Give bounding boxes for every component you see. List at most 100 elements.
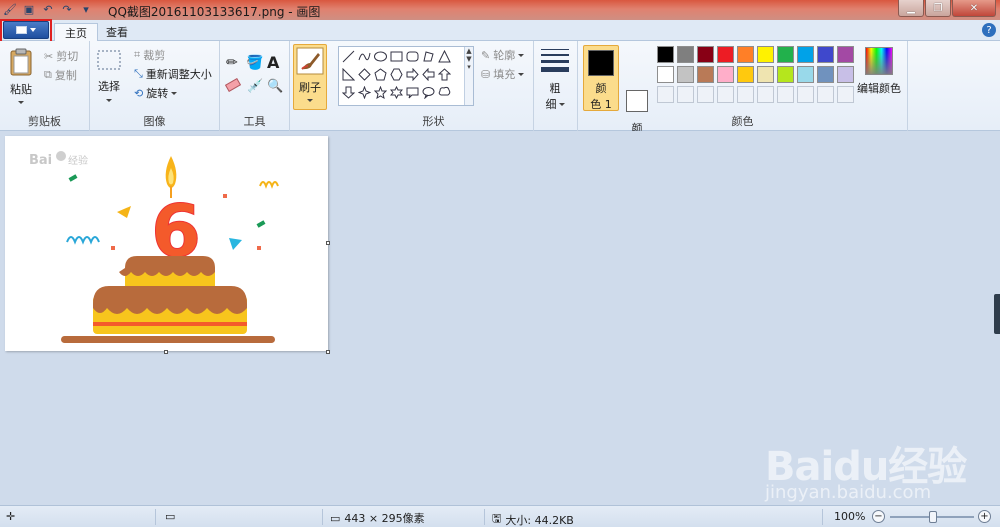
paste-button[interactable]: 粘贴: [8, 47, 34, 104]
custom-color-slot[interactable]: [697, 86, 714, 103]
tab-home[interactable]: 主页: [54, 23, 98, 42]
paint-app-icon[interactable]: 🖌: [2, 2, 18, 17]
zoom-slider-thumb[interactable]: [929, 511, 937, 523]
custom-color-slot[interactable]: [797, 86, 814, 103]
rectangle-shape-icon[interactable]: [389, 49, 404, 64]
image-dimensions: ▭ 443 × 295像素: [330, 510, 425, 526]
color-swatch[interactable]: [657, 66, 674, 83]
group-label: 剪贴板: [28, 115, 61, 128]
gallery-scrollbar[interactable]: ▲ ▼ ▾: [464, 47, 473, 105]
custom-color-slot[interactable]: [817, 86, 834, 103]
color1-button[interactable]: 颜 色 1: [583, 45, 619, 111]
color-swatch[interactable]: [817, 46, 834, 63]
copy-button[interactable]: ⧉ 复制: [44, 67, 77, 83]
resize-handle-right[interactable]: [326, 241, 330, 245]
brushes-button[interactable]: 刷子: [293, 44, 327, 110]
redo-icon[interactable]: ↷: [59, 2, 75, 17]
customize-qat-icon[interactable]: ▾: [78, 2, 94, 17]
five-point-star-shape-icon[interactable]: [373, 85, 388, 100]
color-swatch[interactable]: [837, 66, 854, 83]
select-button[interactable]: 选择: [96, 49, 122, 102]
left-arrow-shape-icon[interactable]: [421, 67, 436, 82]
rotate-button[interactable]: ⟲ 旋转: [134, 85, 178, 101]
rounded-rectangle-shape-icon[interactable]: [405, 49, 420, 64]
color-swatch[interactable]: [837, 46, 854, 63]
eyedropper-icon: 💉: [247, 79, 264, 94]
fill-label: 填充: [493, 68, 516, 81]
side-panel-tab[interactable]: [994, 294, 1000, 334]
color-swatch[interactable]: [697, 46, 714, 63]
paste-label: 粘贴: [10, 83, 32, 96]
color-swatch[interactable]: [777, 66, 794, 83]
color-swatch[interactable]: [757, 66, 774, 83]
drawing-canvas[interactable]: Bai 经验 6: [5, 136, 328, 351]
cut-button[interactable]: ✂ 剪切: [44, 48, 78, 64]
color-swatch[interactable]: [737, 46, 754, 63]
color-swatch[interactable]: [797, 66, 814, 83]
resize-handle-bottom[interactable]: [164, 350, 168, 354]
color-swatch[interactable]: [797, 46, 814, 63]
color-swatch[interactable]: [757, 46, 774, 63]
size-button[interactable]: 粗 细: [540, 47, 570, 112]
maximize-button[interactable]: ❐: [925, 0, 951, 17]
help-icon[interactable]: ?: [982, 23, 996, 37]
color-swatch[interactable]: [677, 46, 694, 63]
custom-color-slot[interactable]: [777, 86, 794, 103]
outline-button[interactable]: ✎ 轮廓: [481, 47, 525, 63]
color-swatch[interactable]: [657, 46, 674, 63]
right-triangle-shape-icon[interactable]: [341, 67, 356, 82]
custom-color-slot[interactable]: [737, 86, 754, 103]
cursor-position-icon: ✛: [6, 510, 16, 523]
oval-shape-icon[interactable]: [373, 49, 388, 64]
rect-callout-shape-icon[interactable]: [405, 85, 420, 100]
pencil-button[interactable]: ✏: [226, 55, 238, 71]
zoom-out-button[interactable]: −: [872, 510, 885, 523]
cloud-callout-shape-icon[interactable]: [437, 85, 452, 100]
color-swatch[interactable]: [717, 46, 734, 63]
line-shape-icon[interactable]: [341, 49, 356, 64]
color-swatch[interactable]: [717, 66, 734, 83]
eraser-button[interactable]: [224, 78, 242, 92]
hexagon-shape-icon[interactable]: [389, 67, 404, 82]
oval-callout-shape-icon[interactable]: [421, 85, 436, 100]
four-point-star-shape-icon[interactable]: [357, 85, 372, 100]
fill-button[interactable]: 🪣: [246, 55, 263, 71]
custom-color-slot[interactable]: [717, 86, 734, 103]
minimize-button[interactable]: ▁: [898, 0, 924, 17]
color-swatch[interactable]: [737, 66, 754, 83]
custom-color-slot[interactable]: [677, 86, 694, 103]
up-arrow-shape-icon[interactable]: [437, 67, 452, 82]
triangle-shape-icon[interactable]: [437, 49, 452, 64]
save-icon[interactable]: ▣: [21, 2, 37, 17]
diamond-shape-icon[interactable]: [357, 67, 372, 82]
down-arrow-shape-icon[interactable]: [341, 85, 356, 100]
color-swatch[interactable]: [777, 46, 794, 63]
curve-shape-icon[interactable]: [357, 49, 372, 64]
color-swatch[interactable]: [677, 66, 694, 83]
copy-icon: ⧉: [44, 68, 52, 81]
undo-icon[interactable]: ↶: [40, 2, 56, 17]
color-swatch[interactable]: [817, 66, 834, 83]
zoom-in-button[interactable]: +: [978, 510, 991, 523]
color-picker-button[interactable]: 💉: [247, 79, 263, 94]
six-point-star-shape-icon[interactable]: [389, 85, 404, 100]
paintbrush-icon: [296, 47, 324, 75]
edit-colors-button[interactable]: 编辑颜色: [857, 47, 901, 96]
fill-shape-button[interactable]: ⛁ 填充: [481, 66, 525, 82]
polygon-shape-icon[interactable]: [421, 49, 436, 64]
text-button[interactable]: A: [267, 53, 279, 72]
color-swatch[interactable]: [697, 66, 714, 83]
tab-view[interactable]: 查看: [96, 23, 138, 41]
pentagon-shape-icon[interactable]: [373, 67, 388, 82]
custom-color-slot[interactable]: [657, 86, 674, 103]
magnifier-button[interactable]: 🔍: [267, 79, 283, 94]
custom-color-slot[interactable]: [837, 86, 854, 103]
crop-icon: ⌗: [134, 48, 141, 61]
size-label-2: 细: [545, 98, 557, 111]
resize-button[interactable]: ⤡ 重新调整大小: [134, 66, 212, 82]
right-arrow-shape-icon[interactable]: [405, 67, 420, 82]
crop-button[interactable]: ⌗ 裁剪: [134, 47, 165, 63]
resize-handle-corner[interactable]: [326, 350, 330, 354]
custom-color-slot[interactable]: [757, 86, 774, 103]
close-button[interactable]: ✕: [952, 0, 996, 17]
